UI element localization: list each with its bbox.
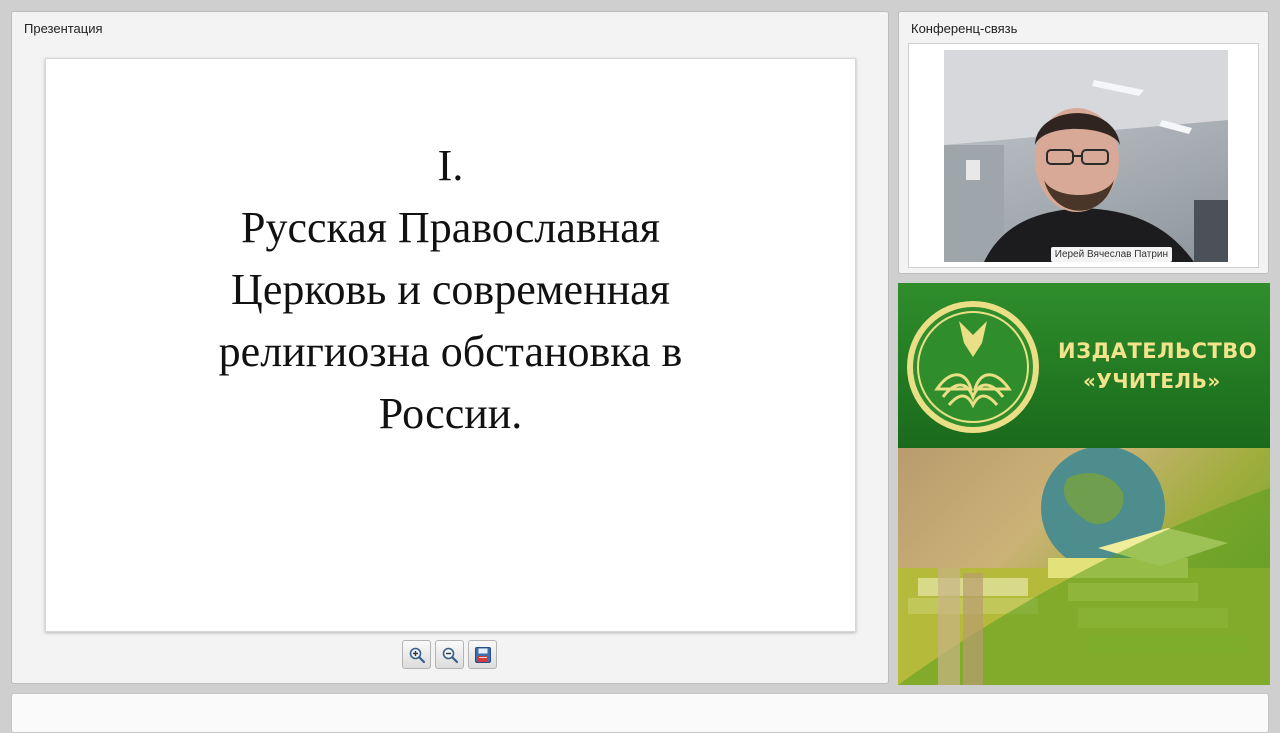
slide-line: Русская Православная <box>241 203 660 252</box>
conference-title: Конференц-связь <box>911 21 1018 36</box>
conference-panel: Конференц-связь Иерей Вячеслав Патрин <box>898 11 1269 274</box>
ad-banner-header: ИЗДАТЕЛЬСТВО «УЧИТЕЛЬ» <box>898 283 1270 448</box>
bottom-panel <box>11 693 1269 733</box>
zoom-out-button[interactable] <box>435 640 464 669</box>
floppy-disk-icon <box>475 647 491 663</box>
publisher-name: ИЗДАТЕЛЬСТВО <box>1058 339 1258 363</box>
slide-line: России. <box>378 389 523 438</box>
slide-line: Церковь и современная <box>231 265 670 314</box>
presentation-panel: Презентация I. Русская Православная Церк… <box>11 11 889 684</box>
ad-banner[interactable]: ИЗДАТЕЛЬСТВО «УЧИТЕЛЬ» <box>898 283 1270 685</box>
books-and-globe-image <box>898 448 1270 685</box>
publisher-name-secondary: «УЧИТЕЛЬ» <box>1083 369 1221 393</box>
video-frame: Иерей Вячеслав Патрин <box>908 43 1259 268</box>
presentation-title: Презентация <box>24 21 103 36</box>
video-feed-image <box>944 50 1228 262</box>
slide-line: I. <box>437 141 464 190</box>
publisher-logo-icon <box>907 301 1039 433</box>
save-button[interactable] <box>468 640 497 669</box>
video-feed[interactable] <box>944 50 1228 262</box>
presentation-slide: I. Русская Православная Церковь и соврем… <box>45 58 856 632</box>
zoom-in-button[interactable] <box>402 640 431 669</box>
slide-line: религиозна обстановка в <box>218 327 683 376</box>
zoom-in-icon <box>409 647 426 664</box>
speaker-name-label: Иерей Вячеслав Патрин <box>1050 247 1172 262</box>
ad-banner-photo <box>898 448 1270 685</box>
slide-text: I. Русская Православная Церковь и соврем… <box>46 135 855 445</box>
zoom-out-icon <box>442 647 459 664</box>
